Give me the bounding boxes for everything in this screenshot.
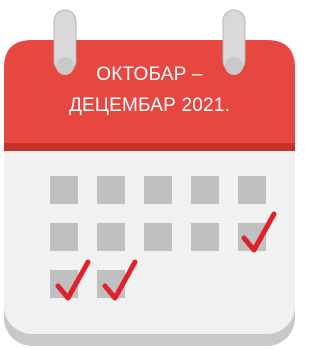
day-cell (50, 176, 78, 204)
day-cell (144, 176, 172, 204)
day-cell (50, 223, 78, 251)
calendar-title-line1: ОКТОБАР – (96, 64, 203, 85)
day-cell (191, 176, 219, 204)
day-cell (144, 223, 172, 251)
calendar-title-line2: ДЕЦЕМБАР 2021. (68, 95, 231, 116)
calendar-header-edge (4, 143, 295, 151)
calendar-header (4, 40, 295, 143)
day-cell (97, 223, 125, 251)
day-cell (191, 223, 219, 251)
day-cell (97, 176, 125, 204)
day-cell (238, 176, 266, 204)
calendar-icon (4, 9, 295, 346)
